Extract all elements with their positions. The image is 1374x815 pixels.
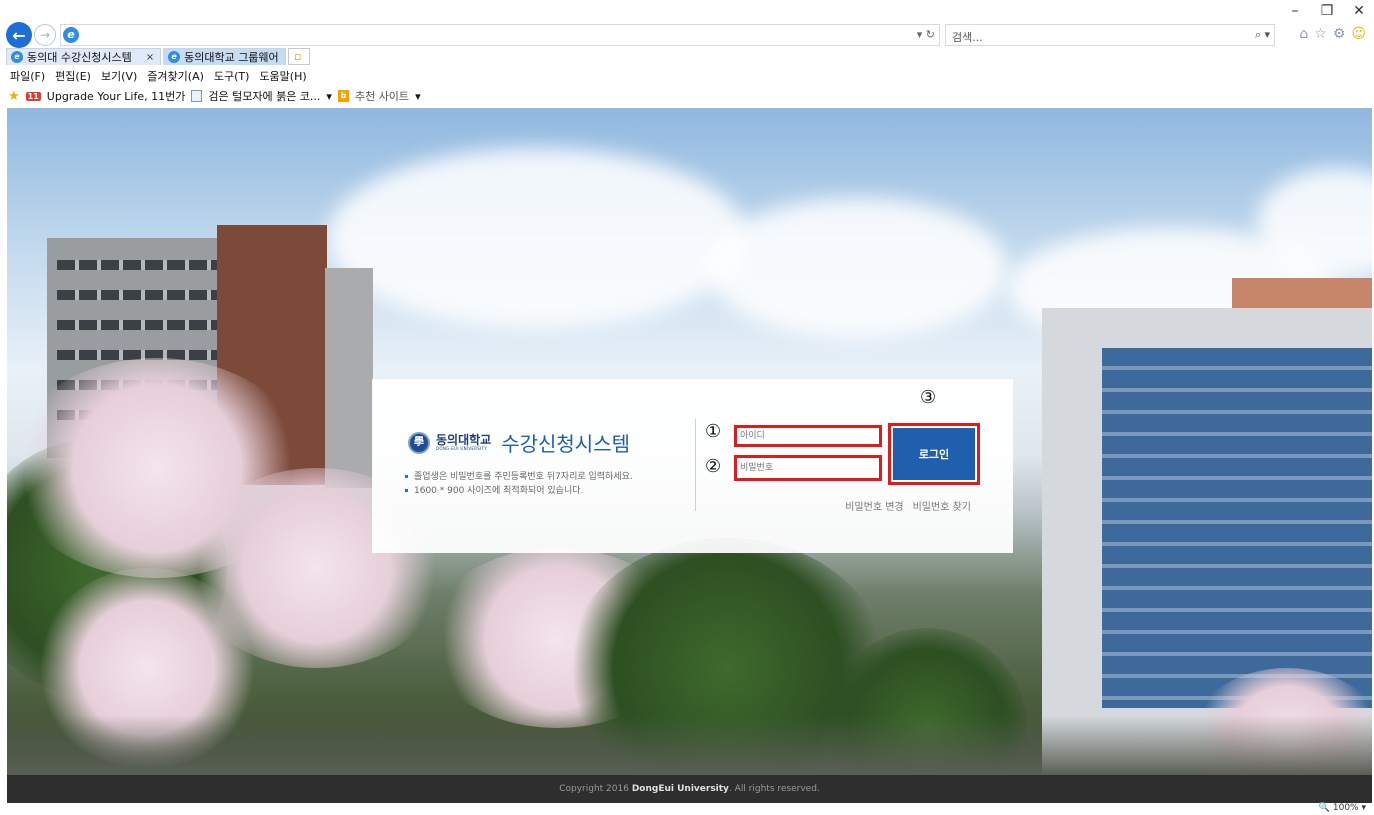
copyright-org: DongEui University — [631, 784, 729, 794]
page-icon — [191, 90, 203, 102]
window-controls: – ❐ ✕ — [1288, 4, 1366, 18]
note-graduate-password: 졸업생은 비밀번호를 주민등록번호 뒤7자리로 입력하세요. — [404, 470, 633, 484]
tab-course-registration[interactable]: e 동의대 수강신청시스템 × — [6, 48, 162, 65]
home-icon[interactable]: ⌂ — [1299, 26, 1308, 42]
menu-file[interactable]: 파일(F) — [10, 68, 45, 84]
marker-2: ② — [705, 456, 722, 477]
minimize-icon[interactable]: – — [1288, 4, 1302, 18]
tab-close-icon[interactable]: × — [146, 52, 154, 63]
menu-edit[interactable]: 편집(E) — [55, 68, 91, 84]
browser-chrome: – ❐ ✕ ← → e ▾ ↻ 검색... ⌕ ▾ ⌂ ☆ ⚙ ☺ e 동의대 … — [0, 0, 1374, 108]
smiley-feedback-icon[interactable]: ☺ — [1351, 26, 1366, 42]
tab-groupware[interactable]: e 동의대학교 그룹웨어 — [163, 48, 286, 65]
menu-bar: 파일(F) 편집(E) 보기(V) 즐겨찾기(A) 도구(T) 도움말(H) — [10, 68, 307, 84]
menu-favorites[interactable]: 즐겨찾기(A) — [147, 68, 204, 84]
change-password-link[interactable]: 비밀번호 변경 — [845, 498, 903, 513]
university-name-en: DONG-EUI UNIVERSITY — [436, 446, 488, 451]
ie-icon: e — [63, 27, 79, 43]
password-field-highlight — [734, 455, 882, 481]
marker-3: ③ — [920, 387, 937, 408]
brand-header: 學 동의대학교 DONG-EUI UNIVERSITY 수강신청시스템 — [408, 428, 630, 457]
back-button[interactable]: ← — [6, 22, 32, 48]
address-bar[interactable]: e ▾ ↻ — [60, 24, 940, 46]
tab-label: 동의대 수강신청시스템 — [27, 51, 132, 64]
university-name-ko: 동의대학교 — [436, 433, 492, 447]
add-favorite-icon[interactable]: ★ — [8, 89, 20, 104]
chevron-down-icon[interactable]: ▾ — [326, 90, 332, 103]
system-title: 수강신청시스템 — [501, 432, 631, 456]
ie-tab-icon: e — [11, 51, 23, 63]
id-field-highlight — [734, 425, 882, 447]
find-password-link[interactable]: 비밀번호 찾기 — [913, 498, 971, 513]
zoom-level[interactable]: 🔍 100% ▾ — [1319, 803, 1366, 815]
panel-divider — [695, 419, 696, 511]
close-window-icon[interactable]: ✕ — [1352, 4, 1366, 18]
eleven-street-icon: 11 — [25, 91, 41, 101]
forward-button[interactable]: → — [34, 24, 56, 46]
new-tab-button[interactable]: ▫ — [287, 48, 310, 65]
toolbar-right-icons: ⌂ ☆ ⚙ ☺ — [1299, 26, 1366, 42]
tab-label: 동의대학교 그룹웨어 — [184, 51, 279, 64]
bing-icon: b — [337, 90, 349, 102]
address-tools[interactable]: ▾ ↻ — [917, 28, 935, 41]
id-input[interactable] — [737, 428, 879, 444]
note-resolution: 1600 * 900 사이즈에 최적화되어 있습니다. — [404, 484, 633, 498]
chevron-down-icon[interactable]: ▾ — [415, 90, 421, 103]
ie-tab-icon: e — [168, 51, 181, 63]
favorite-link-11st[interactable]: Upgrade Your Life, 11번가 — [47, 88, 186, 104]
favorite-link-hat[interactable]: 검은 털모자에 붉은 코... — [208, 88, 320, 104]
password-input[interactable] — [737, 458, 879, 478]
gear-icon[interactable]: ⚙ — [1333, 26, 1346, 42]
login-button[interactable]: 로그인 — [893, 428, 975, 480]
marker-1: ① — [705, 421, 722, 442]
copyright-text: Copyright 2016 — [559, 784, 632, 794]
favorite-link-suggested-sites[interactable]: 추천 사이트 — [355, 88, 409, 104]
search-placeholder: 검색... — [952, 31, 983, 44]
login-notes: 졸업생은 비밀번호를 주민등록번호 뒤7자리로 입력하세요. 1600 * 90… — [404, 470, 633, 498]
menu-help[interactable]: 도움말(H) — [259, 68, 306, 84]
copyright-suffix: . All rights reserved. — [728, 784, 820, 794]
favorites-bar: ★ 11 Upgrade Your Life, 11번가 검은 털모자에 붉은 … — [8, 88, 421, 104]
login-panel: 學 동의대학교 DONG-EUI UNIVERSITY 수강신청시스템 졸업생은… — [372, 379, 1013, 553]
favorites-star-icon[interactable]: ☆ — [1314, 26, 1327, 42]
password-links: 비밀번호 변경 비밀번호 찾기 — [845, 498, 971, 513]
tab-strip: e 동의대 수강신청시스템 × e 동의대학교 그룹웨어 ▫ — [6, 48, 312, 66]
search-icon[interactable]: ⌕ ▾ — [1255, 28, 1270, 42]
university-seal-icon: 學 — [408, 431, 430, 454]
page-footer: Copyright 2016 DongEui University. All r… — [7, 775, 1372, 803]
search-box[interactable]: 검색... ⌕ ▾ — [945, 24, 1275, 46]
menu-view[interactable]: 보기(V) — [101, 68, 137, 84]
login-button-highlight: 로그인 — [888, 423, 980, 485]
menu-tools[interactable]: 도구(T) — [214, 68, 250, 84]
restore-icon[interactable]: ❐ — [1320, 4, 1334, 18]
